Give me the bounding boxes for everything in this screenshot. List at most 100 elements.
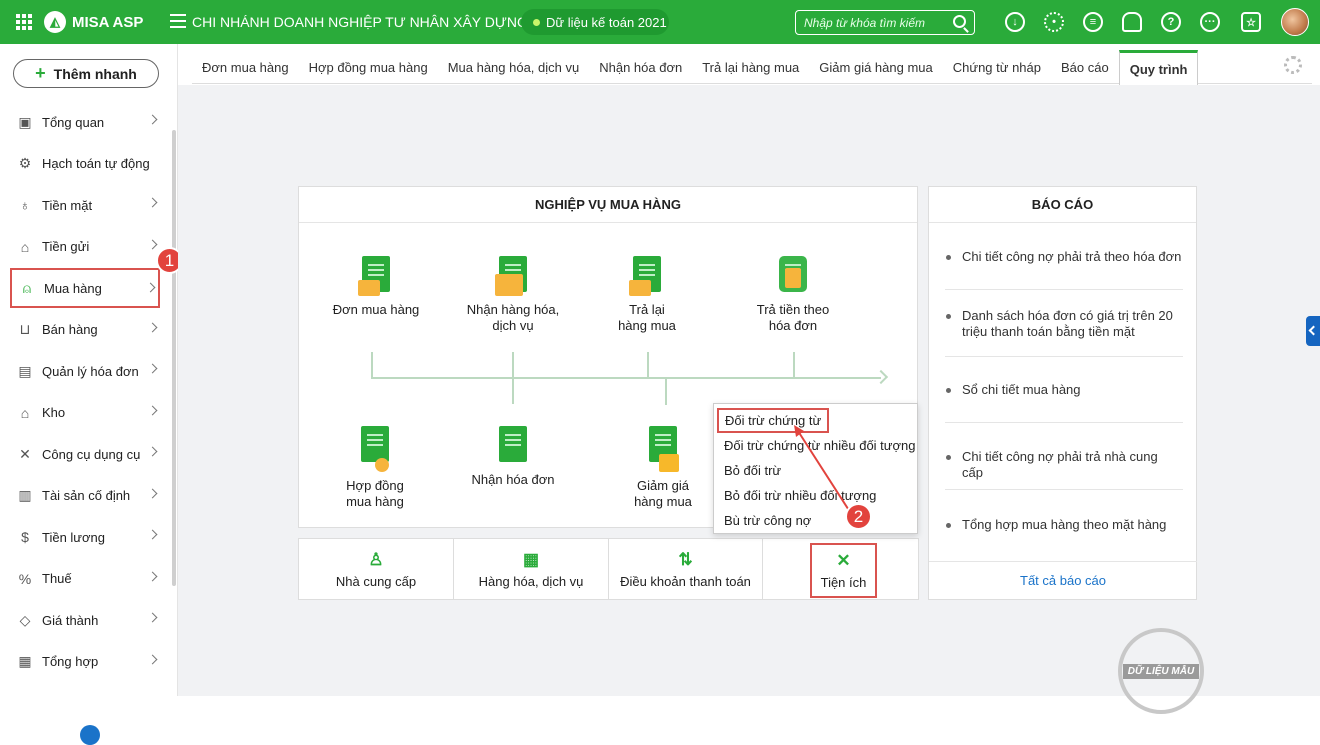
status-dot-icon <box>533 18 540 26</box>
chevron-right-icon <box>147 239 158 249</box>
sidebar-item-1[interactable]: ⚙ Hạch toán tự động <box>10 144 160 184</box>
sidebar-item-label: Tiền gửi <box>42 239 90 254</box>
step-purchase-order[interactable]: Đơn mua hàng <box>316 256 436 318</box>
cart-icon: ⊔ <box>19 321 31 337</box>
tab-8[interactable]: Quy trình <box>1118 50 1199 85</box>
side-panel-toggle-icon[interactable] <box>1306 316 1320 346</box>
sidebar-item-5[interactable]: ⊔ Bán hàng <box>10 310 160 350</box>
util-goods-services[interactable]: ▦ Hàng hóa, dịch vụ <box>453 538 609 600</box>
database-selector[interactable]: Dữ liệu kế toán 2021 <box>521 9 669 35</box>
settings-icon[interactable]: • <box>1044 12 1064 32</box>
more-icon[interactable]: ··· <box>1200 12 1220 32</box>
quick-add-label: Thêm nhanh <box>53 65 137 82</box>
reports-title: BÁO CÁO <box>929 187 1196 223</box>
sidebar-item-9[interactable]: ▥ Tài sản cố định <box>10 476 160 516</box>
report-item[interactable]: Sổ chi tiết mua hàng <box>946 382 1182 398</box>
util-payment-terms[interactable]: ⇅ Điều khoản thanh toán <box>608 538 763 600</box>
tab-0[interactable]: Đơn mua hàng <box>192 50 299 84</box>
tab-1[interactable]: Hợp đồng mua hàng <box>299 50 438 84</box>
chevron-right-icon <box>147 114 158 125</box>
sidebar-item-label: Tiền mặt <box>42 197 93 213</box>
step-return-goods[interactable]: Trả lại hàng mua <box>587 256 707 334</box>
report-item[interactable]: Chi tiết công nợ phải trả nhà cung cấp <box>946 449 1182 481</box>
sidebar-item-3[interactable]: ⌂ Tiền gửi <box>10 227 160 267</box>
sidebar-item-10[interactable]: $ Tiền lương <box>10 517 160 557</box>
download-icon[interactable]: ↓ <box>1005 12 1025 32</box>
payment-terms-icon: ⇅ <box>678 549 693 569</box>
util-label: Nhà cung cấp <box>335 573 417 589</box>
sidebar-item-label: Thuế <box>42 571 72 586</box>
search-icon[interactable] <box>953 15 966 28</box>
sidebar-item-4[interactable]: ⍝ Mua hàng <box>10 268 160 308</box>
all-reports-link[interactable]: Tất cả báo cáo <box>929 561 1197 599</box>
annotation-badge-2: 2 <box>845 503 872 530</box>
report-item[interactable]: Chi tiết công nợ phải trả theo hóa đơn <box>946 249 1182 265</box>
util-label: Tiện ích <box>820 575 867 590</box>
sidebar-item-13[interactable]: ▦ Tổng hợp <box>10 642 160 682</box>
asset-icon: ▥ <box>18 487 32 503</box>
receive-goods-icon <box>495 256 531 296</box>
step-label: Giảm giá <box>636 478 690 493</box>
plus-icon: + <box>35 63 46 83</box>
search-input[interactable] <box>804 15 944 30</box>
company-name[interactable]: CHI NHÁNH DOANH NGHIỆP TƯ NHÂN XÂY DỰNG … <box>192 14 543 30</box>
menu-toggle-icon[interactable] <box>170 14 186 28</box>
brand-name: MISA ASP <box>72 13 144 31</box>
avatar[interactable] <box>1281 8 1309 36</box>
purchase-order-icon <box>358 256 394 296</box>
timeline-tick <box>371 352 373 379</box>
report-item[interactable]: Danh sách hóa đơn có giá trị trên 20 tri… <box>946 308 1182 340</box>
brand-logo[interactable]: ◭ MISA ASP <box>44 11 143 33</box>
money-bag-icon: ♁ <box>19 197 31 213</box>
sidebar-item-2[interactable]: ♁ Tiền mặt <box>10 185 160 225</box>
apps-grid-icon[interactable] <box>16 14 32 30</box>
supplier-icon: ♙ <box>368 549 384 569</box>
tab-6[interactable]: Chứng từ nháp <box>943 50 1051 84</box>
sidebar-item-0[interactable]: ▣ Tổng quan <box>10 102 160 142</box>
util-suppliers[interactable]: ♙ Nhà cung cấp <box>298 538 454 600</box>
bank-icon: ⌂ <box>20 238 30 255</box>
step-purchase-contract[interactable]: Hợp đồng mua hàng <box>315 426 435 510</box>
step-label-2: dịch vụ <box>492 318 534 333</box>
step-pay-invoice[interactable]: Trả tiền theo hóa đơn <box>733 256 853 334</box>
timeline-tick <box>512 352 514 404</box>
step-discount[interactable]: Giảm giá hàng mua <box>603 426 723 510</box>
util-tools[interactable]: ✕ Tiện ích <box>810 543 877 598</box>
tab-3[interactable]: Nhận hóa đơn <box>589 50 692 84</box>
step-label: Nhận hàng hóa, <box>466 302 560 317</box>
tab-5[interactable]: Giảm giá hàng mua <box>809 50 942 84</box>
sidebar-item-11[interactable]: % Thuế <box>10 559 160 599</box>
timeline-line <box>371 377 881 379</box>
tab-2[interactable]: Mua hàng hóa, dịch vụ <box>438 50 590 84</box>
tab-7[interactable]: Báo cáo <box>1051 50 1119 84</box>
scroll-up-icon[interactable] <box>80 725 100 745</box>
search-box[interactable] <box>795 10 975 35</box>
chevron-right-icon <box>147 363 158 374</box>
timeline-tick <box>665 378 667 405</box>
quick-add-button[interactable]: + Thêm nhanh <box>13 59 159 88</box>
timeline-tick <box>647 352 649 379</box>
bell-icon[interactable] <box>1122 12 1142 32</box>
news-icon[interactable]: ☆ <box>1241 12 1261 32</box>
divider <box>945 489 1183 490</box>
help-icon[interactable]: ? <box>1161 12 1181 32</box>
tools-icon: ✕ <box>19 445 31 462</box>
sidebar-item-12[interactable]: ◇ Giá thành <box>10 600 160 640</box>
pay-invoice-icon <box>775 256 811 296</box>
receive-invoice-icon <box>495 426 531 466</box>
report-item[interactable]: Tổng hợp mua hàng theo mặt hàng <box>946 517 1182 533</box>
tab-4[interactable]: Trả lại hàng mua <box>692 50 809 84</box>
step-receive-invoice[interactable]: Nhận hóa đơn <box>453 426 573 488</box>
sidebar-item-7[interactable]: ⌂ Kho <box>10 393 160 433</box>
chat-icon[interactable]: ≡ <box>1083 12 1103 32</box>
gear-icon[interactable] <box>1284 56 1302 74</box>
sidebar-scrollbar[interactable] <box>172 130 176 586</box>
invoice-icon: ▤ <box>18 362 32 379</box>
chevron-right-icon <box>147 405 158 415</box>
sidebar-item-6[interactable]: ▤ Quản lý hóa đơn <box>10 351 160 391</box>
sidebar-item-label: Tổng quan <box>42 114 105 130</box>
step-receive-goods[interactable]: Nhận hàng hóa, dịch vụ <box>453 256 573 334</box>
sidebar-item-label: Mua hàng <box>44 280 102 296</box>
sidebar-item-label: Giá thành <box>42 612 99 628</box>
sidebar-item-8[interactable]: ✕ Công cụ dụng cụ <box>10 434 160 474</box>
